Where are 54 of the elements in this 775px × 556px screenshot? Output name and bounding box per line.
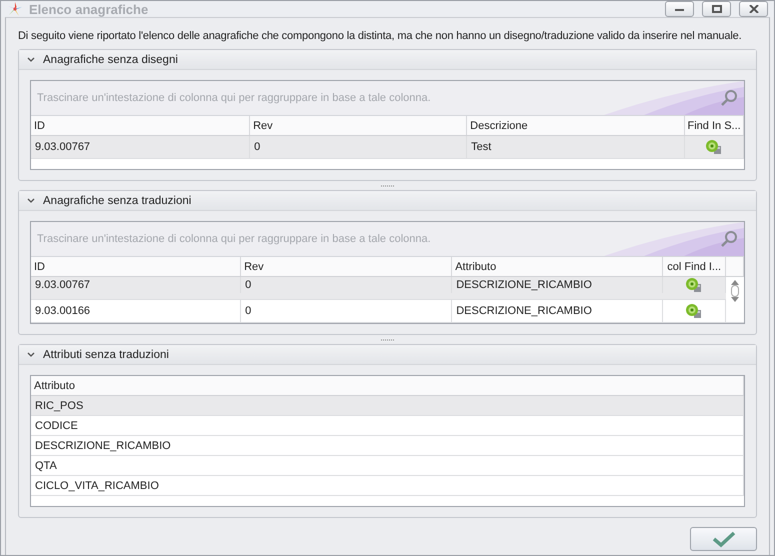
table-cell: 9.03.00767 — [31, 136, 250, 158]
minimize-icon — [675, 8, 684, 10]
group-hint: Trascinare un'intestazione di colonna qui per raggruppare in base a tale colonna. — [37, 233, 431, 245]
table-cell: DESCRIZIONE_RICAMBIO — [452, 300, 664, 322]
section-title: Attributi senza traduzioni — [43, 348, 169, 360]
table-row[interactable]: RIC_POS — [31, 396, 744, 416]
logo-icon — [7, 1, 23, 17]
column-header[interactable]: col Find I... — [663, 257, 726, 276]
table-row[interactable]: 9.03.00767 0 Test — [31, 136, 744, 159]
column-header[interactable]: Rev — [250, 116, 468, 135]
checkmark-icon — [712, 530, 736, 548]
column-header[interactable]: Attributo — [452, 257, 664, 276]
table-row[interactable]: 9.03.00166 0 DESCRIZIONE_RICAMBIO — [31, 300, 744, 323]
find-icon[interactable] — [685, 277, 704, 293]
table-row[interactable]: CODICE — [31, 416, 744, 436]
section-header[interactable]: Anagrafiche senza traduzioni — [19, 191, 756, 211]
table-row[interactable]: CICLO_VITA_RICAMBIO — [31, 476, 744, 496]
table-cell: DESCRIZIONE_RICAMBIO — [452, 277, 664, 293]
window-title: Elenco anagrafiche — [29, 2, 150, 16]
close-button[interactable] — [739, 1, 768, 17]
table-cell: 0 — [241, 277, 452, 293]
table-cell: 9.03.00166 — [31, 300, 242, 322]
maximize-icon — [712, 5, 722, 13]
column-header[interactable]: Rev — [241, 257, 452, 276]
ok-button[interactable] — [690, 527, 757, 551]
section-title: Anagrafiche senza disegni — [43, 54, 178, 66]
scrollbar[interactable] — [726, 277, 744, 305]
column-header[interactable]: ID — [31, 257, 242, 276]
find-icon[interactable] — [685, 303, 704, 319]
table-row[interactable]: DESCRIZIONE_RICAMBIO — [31, 436, 744, 456]
search-icon[interactable] — [720, 89, 738, 107]
chevron-icon[interactable] — [27, 56, 35, 62]
section-header[interactable]: Anagrafiche senza disegni — [19, 50, 756, 70]
maximize-button[interactable] — [702, 1, 731, 17]
search-icon[interactable] — [720, 230, 738, 248]
chevron-icon[interactable] — [27, 198, 35, 204]
column-header[interactable]: Descrizione — [467, 116, 686, 135]
table-cell: 0 — [241, 300, 452, 322]
description-text: Di seguito viene riportato l'elenco delle anagrafiche che compongono la distinta, ma che non hanno un disegno/traduzione valido da inserire nel manuale. — [18, 29, 742, 43]
find-icon[interactable] — [705, 139, 724, 155]
column-header[interactable]: Attributo — [31, 376, 744, 395]
table-cell: 0 — [250, 136, 468, 158]
scroll-thumb[interactable] — [731, 285, 740, 297]
close-icon — [748, 5, 758, 13]
table-cell: 9.03.00767 — [31, 277, 242, 293]
table-cell: Test — [467, 136, 686, 158]
chevron-icon[interactable] — [27, 352, 35, 358]
section-header[interactable]: Attributi senza traduzioni — [19, 345, 756, 365]
column-header[interactable]: ID — [31, 116, 250, 135]
column-header[interactable]: Find In S... — [685, 116, 744, 135]
table-row[interactable]: QTA — [31, 456, 744, 476]
minimize-button[interactable] — [665, 1, 694, 17]
section-title: Anagrafiche senza traduzioni — [43, 194, 192, 206]
group-hint: Trascinare un'intestazione di colonna qui per raggruppare in base a tale colonna. — [37, 92, 431, 104]
